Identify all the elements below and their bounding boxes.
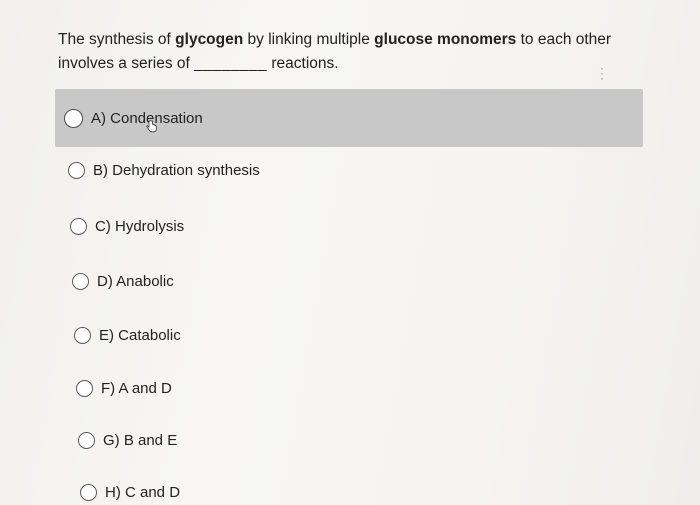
radio-button-g[interactable] [78, 432, 95, 449]
option-h[interactable]: H) C and D [80, 484, 180, 501]
option-c[interactable]: C) Hydrolysis [70, 218, 184, 235]
radio-button-h[interactable] [80, 484, 97, 501]
radio-button-e[interactable] [74, 327, 91, 344]
option-d-label: D) Anabolic [97, 273, 174, 290]
resize-grip-icon: · · · [600, 61, 604, 85]
option-e[interactable]: E) Catabolic [74, 327, 181, 344]
option-h-label: H) C and D [105, 484, 181, 501]
question-part-4: reactions. [267, 55, 339, 72]
radio-button-d[interactable] [72, 273, 89, 290]
radio-button-c[interactable] [70, 218, 87, 235]
question-term-glucose-monomers: glucose monomers [374, 31, 517, 48]
question-text: The synthesis of glycogen by linking mul… [58, 28, 628, 76]
option-e-label: E) Catabolic [99, 327, 181, 344]
option-b[interactable]: B) Dehydration synthesis [68, 162, 260, 179]
option-f-label: F) A and D [101, 380, 172, 397]
radio-button-b[interactable] [68, 162, 85, 179]
radio-button-a[interactable] [64, 108, 83, 128]
option-g-label: G) B and E [103, 432, 178, 449]
radio-button-f[interactable] [76, 380, 93, 397]
hand-cursor-icon [146, 120, 157, 133]
option-c-label: C) Hydrolysis [95, 218, 185, 235]
option-d[interactable]: D) Anabolic [72, 273, 174, 290]
option-b-label: B) Dehydration synthesis [93, 162, 260, 179]
option-a[interactable]: A) Condensation [55, 89, 643, 147]
option-f[interactable]: F) A and D [76, 380, 172, 397]
option-g[interactable]: G) B and E [78, 432, 177, 449]
question-part-2: by linking multiple [243, 31, 375, 48]
question-term-glycogen: glycogen [175, 31, 244, 48]
question-part-1: The synthesis of [58, 31, 176, 48]
answer-blank: ________ [194, 55, 268, 72]
